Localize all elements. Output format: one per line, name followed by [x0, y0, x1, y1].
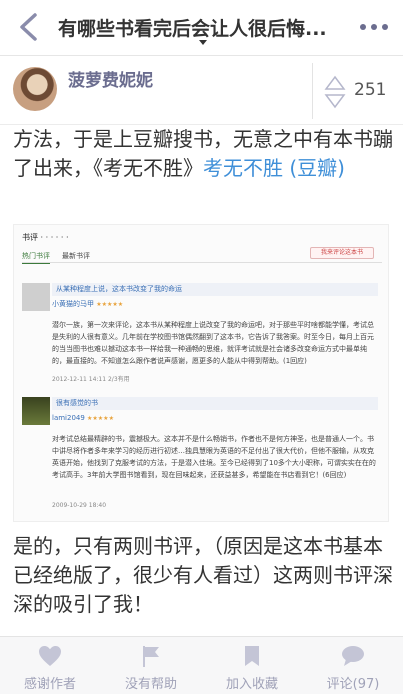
thanks-author-button[interactable]: 感谢作者: [0, 637, 100, 694]
review-title: 从某种程度上说，这本书改变了我的命运: [52, 283, 378, 296]
comments-label: 评论(97): [326, 677, 380, 692]
avatar[interactable]: [13, 67, 57, 111]
bottom-action-bar: 感谢作者 没有帮助 加入收藏 评论(97): [0, 636, 403, 694]
no-help-label: 没有帮助: [124, 677, 177, 692]
answer-author-row: 菠萝费妮妮 251: [0, 57, 403, 125]
bookmark-icon: [240, 645, 264, 667]
flag-icon: [139, 645, 163, 667]
heart-icon: [38, 645, 62, 667]
review-meta: 2009-10-29 18:40: [52, 502, 107, 509]
tab-new-reviews: 最新书评: [62, 252, 90, 260]
reviewer-name: lami2049 ★★★★★: [52, 414, 114, 422]
reviewer-avatar: [22, 397, 50, 425]
top-nav-bar: 有哪些书看完后会让人很后悔...: [0, 0, 403, 56]
question-title[interactable]: 有哪些书看完后会让人很后悔...: [58, 14, 348, 41]
reviews-screenshot-image: 书评 · · · · · · 热门书评 最新书评 我来评论这本书 从某种程度上说…: [13, 224, 389, 522]
author-name[interactable]: 菠萝费妮妮: [68, 66, 153, 91]
review-title: 很有感觉的书: [52, 397, 378, 410]
no-help-button[interactable]: 没有帮助: [101, 637, 201, 694]
review-meta: 2012-12-11 14:11 2/3有用: [52, 376, 130, 383]
reviewer-avatar: [22, 283, 50, 311]
vote-arrows-icon[interactable]: [324, 75, 346, 109]
write-review-button: 我来评论这本书: [310, 247, 374, 259]
thanks-author-label: 感谢作者: [23, 677, 76, 692]
vote-count: 251: [354, 80, 387, 100]
rating-stars-icon: ★★★★★: [96, 301, 124, 308]
tab-hot-reviews: 热门书评: [22, 251, 50, 264]
reviews-header: 书评 · · · · · ·: [22, 233, 69, 242]
chevron-down-icon[interactable]: [199, 40, 207, 45]
comments-button[interactable]: 评论(97): [303, 637, 403, 694]
divider: [312, 63, 313, 119]
answer-paragraph-2: 是的，只有两则书评，（原因是这本书基本已经绝版了，很少有人看过）这两则书评深深的…: [13, 534, 393, 616]
more-options-icon[interactable]: [360, 24, 390, 32]
review-body: 对考试总结最精辟的书，震撼极大。这本并不是什么畅销书，作者也不是何方神圣，也是普…: [52, 435, 376, 479]
book-link[interactable]: 考无不胜 (豆瓣): [203, 156, 345, 180]
back-arrow-icon[interactable]: [16, 12, 42, 42]
rating-stars-icon: ★★★★★: [87, 415, 114, 422]
add-collection-label: 加入收藏: [225, 677, 278, 692]
review-body: 潜尔一族，第一次来评论，这本书从某种程度上说改变了我的命运吧，对于那些平时啥都能…: [52, 321, 374, 365]
add-collection-button[interactable]: 加入收藏: [202, 637, 302, 694]
comment-bubble-icon: [341, 645, 365, 667]
answer-paragraph-1: 方法，于是上豆瓣搜书，无意之中有本书蹦了出来，《考无不胜》考无不胜 (豆瓣): [13, 125, 393, 183]
reviewer-name: 小黄猫的马甲 ★★★★★: [52, 300, 124, 308]
